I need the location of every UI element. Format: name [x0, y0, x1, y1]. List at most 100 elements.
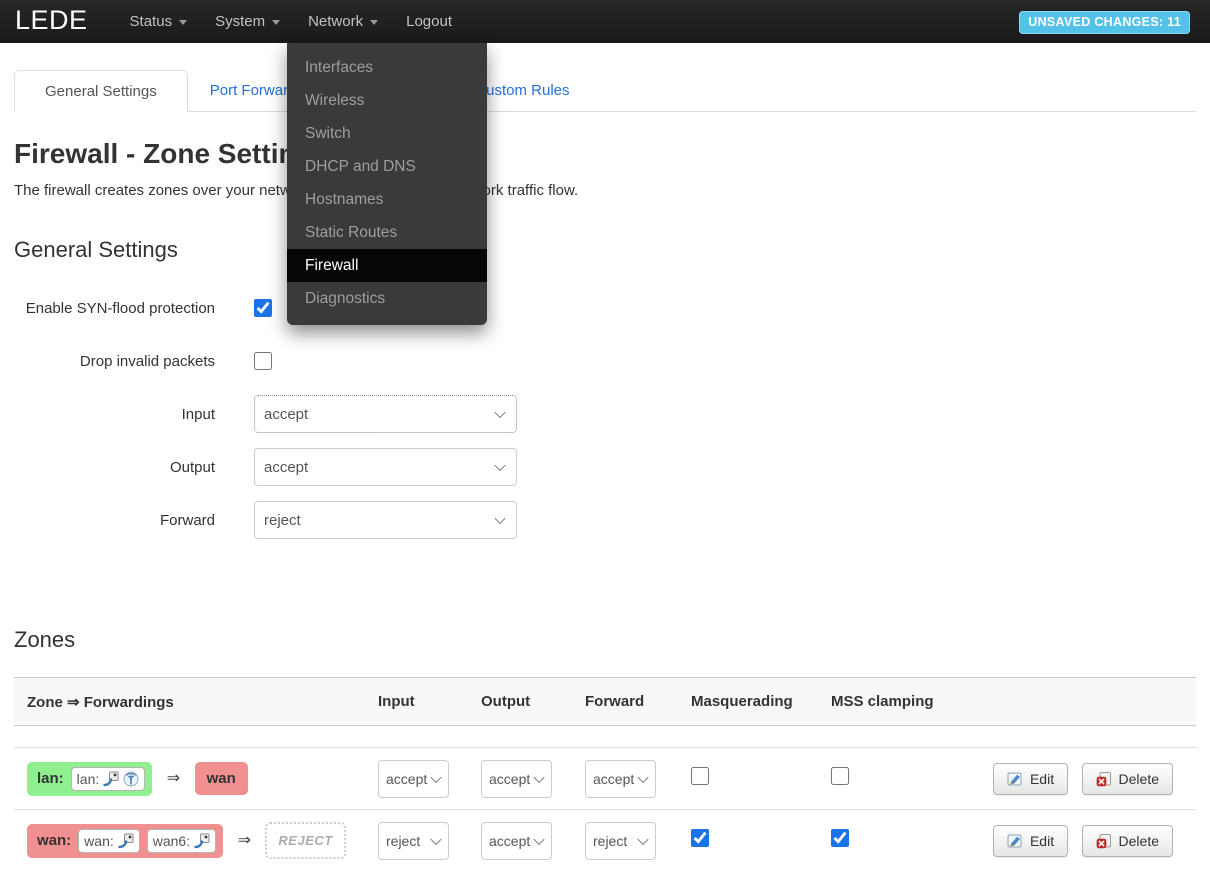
lan-delete-button[interactable]: Delete — [1082, 763, 1173, 795]
firewall-tabs: General Settings Port Forwards Traffic R… — [14, 70, 1196, 112]
field-forward: Forward reject — [14, 501, 1196, 539]
lan-input-value: accept — [386, 771, 427, 787]
zones-heading: Zones — [14, 627, 1196, 653]
wan-forward-value: reject — [593, 833, 627, 849]
forwarding-arrow: ⇒ — [167, 770, 180, 787]
tab-general-settings[interactable]: General Settings — [14, 70, 188, 112]
menu-item-wireless[interactable]: Wireless — [287, 84, 487, 117]
col-input: Input — [378, 678, 481, 726]
wan-masquerading-checkbox[interactable] — [691, 829, 709, 847]
lan-mss-clamping-checkbox[interactable] — [831, 767, 849, 785]
caret-down-icon — [179, 20, 187, 25]
delete-icon — [1096, 771, 1112, 787]
col-output: Output — [481, 678, 585, 726]
nav-system[interactable]: System — [201, 0, 294, 43]
wan-mss-clamping-checkbox[interactable] — [831, 829, 849, 847]
chevron-down-icon — [533, 771, 544, 782]
menu-item-interfaces[interactable]: Interfaces — [287, 51, 487, 84]
page-title: Firewall - Zone Settings — [14, 138, 1196, 170]
nav-system-label: System — [215, 13, 265, 30]
chevron-down-icon — [637, 833, 648, 844]
lan-dest-wan-badge: wan — [195, 762, 248, 795]
lan-forward-select[interactable]: accept — [585, 760, 656, 798]
forward-select[interactable]: reject — [254, 501, 517, 539]
lan-output-select[interactable]: accept — [481, 760, 552, 798]
wan-network-box: wan: — [78, 829, 140, 853]
col-mss-clamping: MSS clamping — [831, 678, 986, 726]
menu-item-firewall[interactable]: Firewall — [287, 249, 487, 282]
chevron-down-icon — [430, 833, 441, 844]
menu-item-hostnames[interactable]: Hostnames — [287, 183, 487, 216]
input-select-value: accept — [264, 406, 308, 423]
field-syn-flood: Enable SYN-flood protection — [14, 289, 1196, 327]
ethernet-icon — [103, 771, 119, 787]
field-output: Output accept — [14, 448, 1196, 486]
menu-item-switch[interactable]: Switch — [287, 117, 487, 150]
delete-button-label: Delete — [1119, 771, 1159, 787]
wan-forward-select[interactable]: reject — [585, 822, 656, 860]
caret-down-icon — [272, 20, 280, 25]
chevron-down-icon — [637, 771, 648, 782]
nav-logout[interactable]: Logout — [392, 0, 466, 43]
nav-network[interactable]: Network — [294, 0, 392, 43]
forward-select-value: reject — [264, 512, 301, 529]
menu-item-dhcp-dns[interactable]: DHCP and DNS — [287, 150, 487, 183]
wan-input-select[interactable]: reject — [378, 822, 449, 860]
lan-masquerading-checkbox[interactable] — [691, 767, 709, 785]
main-nav: Status System Network Logout — [116, 0, 466, 43]
col-forward: Forward — [585, 678, 691, 726]
wan-output-select[interactable]: accept — [481, 822, 552, 860]
wan-zone-badge: wan: wan: wan6: — [27, 824, 223, 858]
col-zone-forwardings: Zone ⇒ Forwardings — [14, 678, 378, 726]
top-navbar: LEDE Status System Network Logout UNSAVE… — [0, 0, 1210, 43]
nav-status[interactable]: Status — [116, 0, 202, 43]
menu-item-diagnostics[interactable]: Diagnostics — [287, 282, 487, 315]
chevron-down-icon — [494, 460, 505, 471]
wan-dest-reject-box: REJECT — [265, 822, 345, 859]
output-select[interactable]: accept — [254, 448, 517, 486]
wan6-network-box: wan6: — [147, 829, 216, 853]
lan-network-label: lan: — [77, 771, 100, 787]
caret-down-icon — [370, 20, 378, 25]
lan-zone-name: lan: — [34, 770, 64, 787]
network-dropdown-menu: Interfaces Wireless Switch DHCP and DNS … — [287, 43, 487, 325]
forward-label: Forward — [14, 512, 240, 529]
input-select[interactable]: accept — [254, 395, 517, 433]
nav-logout-label: Logout — [406, 13, 452, 30]
chevron-down-icon — [533, 833, 544, 844]
lan-edit-button[interactable]: Edit — [993, 763, 1068, 795]
edit-button-label: Edit — [1030, 771, 1054, 787]
col-masquerading: Masquerading — [691, 678, 831, 726]
zones-header-row: Zone ⇒ Forwardings Input Output Forward … — [14, 678, 1196, 726]
general-settings-heading: General Settings — [14, 237, 1196, 263]
zone-row-lan: lan: lan: — [14, 748, 1196, 810]
page-description: The firewall creates zones over your net… — [14, 182, 1196, 199]
edit-icon — [1007, 771, 1023, 787]
delete-icon — [1096, 833, 1112, 849]
wan-edit-button[interactable]: Edit — [993, 825, 1068, 857]
lan-forward-value: accept — [593, 771, 634, 787]
menu-item-static-routes[interactable]: Static Routes — [287, 216, 487, 249]
output-label: Output — [14, 459, 240, 476]
ethernet-icon — [194, 833, 210, 849]
wan-input-value: reject — [386, 833, 420, 849]
syn-flood-checkbox[interactable] — [254, 299, 272, 317]
app-logo: LEDE — [15, 5, 88, 36]
field-input: Input accept — [14, 395, 1196, 433]
edit-button-label: Edit — [1030, 833, 1054, 849]
output-select-value: accept — [264, 459, 308, 476]
unsaved-changes-badge[interactable]: UNSAVED CHANGES: 11 — [1019, 11, 1190, 34]
input-label: Input — [14, 406, 240, 423]
lan-output-value: accept — [489, 771, 530, 787]
lan-input-select[interactable]: accept — [378, 760, 449, 798]
nav-network-label: Network — [308, 13, 363, 30]
drop-invalid-label: Drop invalid packets — [14, 353, 240, 370]
drop-invalid-checkbox[interactable] — [254, 352, 272, 370]
lan-network-box: lan: — [71, 767, 146, 791]
wan-delete-button[interactable]: Delete — [1082, 825, 1173, 857]
syn-flood-label: Enable SYN-flood protection — [14, 300, 240, 317]
chevron-down-icon — [494, 513, 505, 524]
lan-zone-badge: lan: lan: — [27, 762, 152, 796]
wan6-network-label: wan6: — [153, 833, 190, 849]
wireless-icon — [123, 771, 139, 787]
